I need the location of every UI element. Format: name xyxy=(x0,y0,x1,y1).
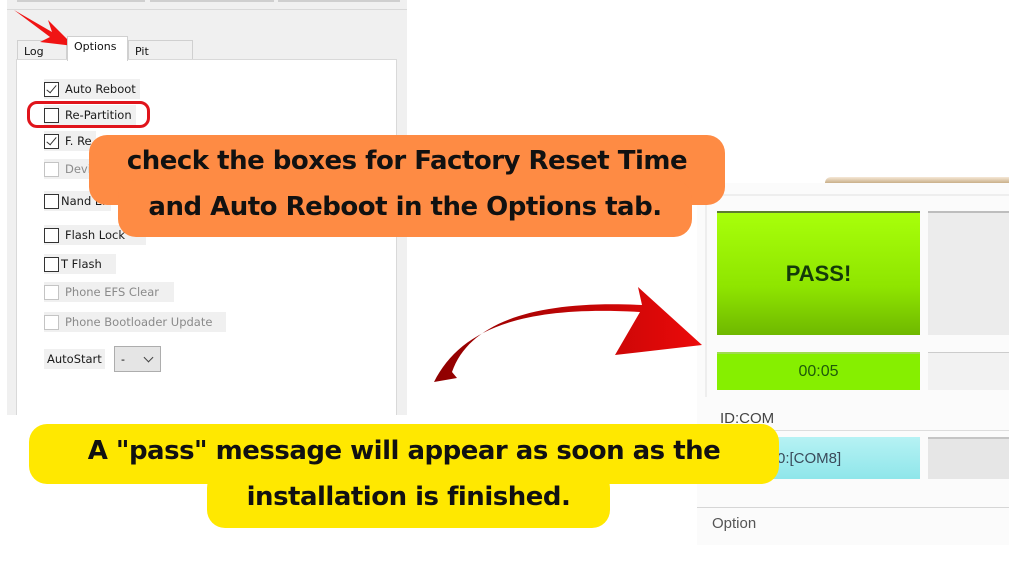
option-auto-reboot[interactable]: Auto Reboot xyxy=(44,79,140,99)
pass-callout-line2: installation is finished. xyxy=(246,482,571,512)
autostart-value: - xyxy=(121,352,125,366)
option-label: T Flash xyxy=(61,257,102,271)
option-label: Phone Bootloader Update xyxy=(65,315,213,329)
option-label: Phone EFS Clear xyxy=(65,285,159,299)
checkbox-icon[interactable] xyxy=(44,227,59,243)
tab-options[interactable]: Options xyxy=(67,36,128,61)
checkbox-icon xyxy=(44,284,59,300)
highlight-oval xyxy=(27,101,150,128)
window-edge xyxy=(825,177,1009,183)
checkbox-icon xyxy=(44,314,59,330)
pass-status-box: PASS! xyxy=(717,211,920,335)
empty-port-box xyxy=(928,211,1009,335)
option-phone-bootloader-update: Phone Bootloader Update xyxy=(44,312,226,332)
divider xyxy=(697,507,1009,508)
tab-log[interactable]: Log xyxy=(17,40,67,60)
red-curved-arrow-icon xyxy=(434,287,702,382)
toolbar-cell xyxy=(17,0,145,2)
option-group-label: Option xyxy=(712,515,761,532)
chevron-down-icon xyxy=(143,352,154,363)
option-phone-efs-clear: Phone EFS Clear xyxy=(44,282,174,302)
autostart-dropdown[interactable]: - xyxy=(114,346,161,372)
empty-com-box xyxy=(928,437,1009,479)
toolbar-cell xyxy=(278,0,400,2)
elapsed-timer: 00:05 xyxy=(717,352,920,390)
option-f-reset-time[interactable]: F. Re xyxy=(44,131,96,151)
checkbox-icon[interactable] xyxy=(44,81,59,97)
option-label: F. Re xyxy=(65,134,92,148)
checkbox-icon[interactable] xyxy=(44,193,59,209)
checkbox-icon[interactable] xyxy=(44,256,59,272)
option-label: Auto Reboot xyxy=(65,82,136,96)
pass-callout-line1: A "pass" message will appear as soon as … xyxy=(87,436,721,466)
empty-timer-box xyxy=(928,352,1009,390)
autostart-label: AutoStart xyxy=(44,349,105,369)
option-label: Flash Lock xyxy=(65,228,126,242)
instruction-callout-line2: and Auto Reboot in the Options tab. xyxy=(148,192,662,222)
checkbox-icon xyxy=(44,161,59,177)
tab-pit[interactable]: Pit xyxy=(128,40,193,60)
checkbox-icon[interactable] xyxy=(44,133,59,149)
toolbar-cell xyxy=(150,0,274,2)
top-toolbar-strip xyxy=(7,0,407,10)
instruction-callout-line1: check the boxes for Factory Reset Time xyxy=(126,146,688,176)
option-t-flash[interactable]: T Flash xyxy=(44,254,116,274)
